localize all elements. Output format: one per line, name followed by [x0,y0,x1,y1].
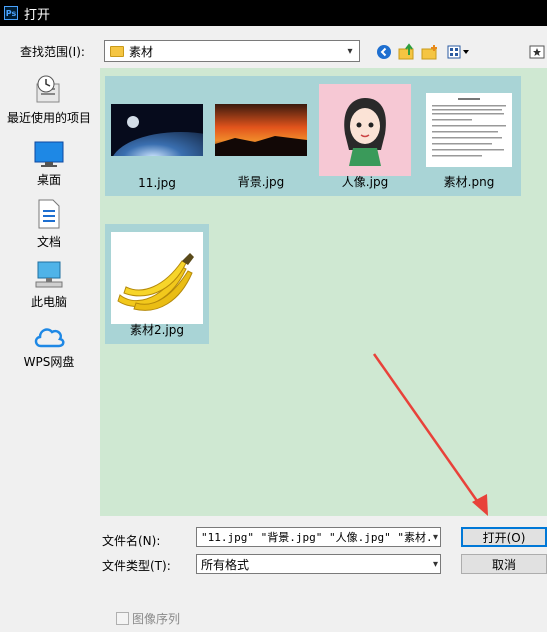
filename-label: 文件名(N): [102,534,161,548]
up-folder-icon [398,43,414,60]
new-folder-icon [421,45,437,60]
star-folder-icon [529,45,545,59]
photoshop-app-icon: Ps [4,6,18,20]
lookin-value: 素材 [129,44,154,59]
place-documents[interactable]: 文档 [0,198,98,250]
back-button[interactable] [375,43,393,61]
place-label: 最近使用的项目 [6,111,91,125]
folder-icon [110,45,124,57]
recent-icon [36,75,60,103]
place-label: 桌面 [36,173,61,187]
image-sequence-label: 图像序列 [132,612,181,626]
place-label: 文档 [36,235,61,249]
file-list-view[interactable]: 11.jpg 背景.jpg 人像.jpg 素材.png 素材2.jpg [100,68,547,516]
place-label: WPS网盘 [23,355,75,369]
place-recent[interactable]: 最近使用的项目 [0,74,98,126]
place-computer[interactable]: 此电脑 [0,260,98,310]
filetype-select[interactable]: 所有格式 ▾ [196,554,441,574]
new-folder-button[interactable] [421,43,439,61]
open-button[interactable]: 打开(O) [461,527,547,547]
desktop-icon [34,141,64,167]
back-icon [377,45,391,59]
filetype-value: 所有格式 [201,557,250,572]
annotation-arrow [372,353,488,516]
image-sequence-checkbox[interactable] [116,612,129,625]
chevron-down-icon[interactable]: ▾ [430,555,438,573]
cloud-icon [34,328,65,348]
lookin-label: 查找范围(I): [20,45,85,59]
cancel-button[interactable]: 取消 [461,554,547,574]
title-bar: Ps 打开 [0,0,547,26]
places-bar: 最近使用的项目 桌面 文档 此电脑 WPS网盘 [0,68,98,388]
view-menu-icon [447,45,469,59]
chevron-down-icon[interactable]: ▾ [430,528,438,546]
filetype-label: 文件类型(T): [102,559,171,573]
window-title: 打开 [24,7,51,23]
place-wps-cloud[interactable]: WPS网盘 [0,322,98,370]
filename-input[interactable]: "11.jpg" "背景.jpg" "人像.jpg" "素材. ▾ [196,527,441,547]
computer-icon [35,261,63,288]
view-menu-button[interactable] [446,43,472,61]
filename-value: "11.jpg" "背景.jpg" "人像.jpg" "素材. [201,531,433,544]
place-label: 此电脑 [30,295,67,309]
desktop-shortcut-button[interactable] [528,43,546,61]
place-desktop[interactable]: 桌面 [0,140,98,188]
lookin-dropdown[interactable]: 素材 ▾ [104,40,360,62]
documents-icon [38,199,60,229]
image-sequence-option[interactable]: 图像序列 [116,610,180,627]
chevron-down-icon[interactable]: ▾ [341,41,359,61]
up-folder-button[interactable] [398,43,416,61]
